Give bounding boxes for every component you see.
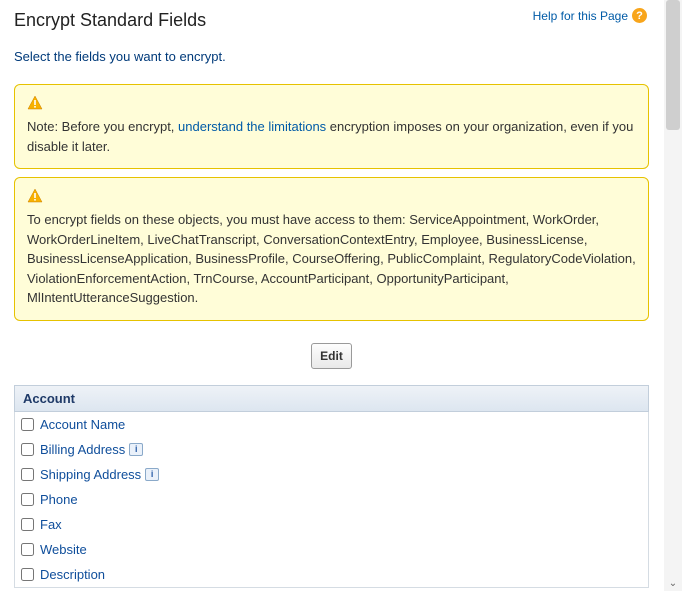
fields-section: Account NameBilling AddressiShipping Add… [14, 412, 649, 588]
field-checkbox[interactable] [21, 493, 34, 506]
chevron-down-icon[interactable]: ⌄ [668, 579, 678, 589]
warning-access-text: To encrypt fields on these objects, you … [27, 212, 636, 305]
outer-scrollbar[interactable]: ⌄ [664, 0, 682, 591]
outer-scrollbar-thumb[interactable] [666, 0, 680, 130]
warning-icon [27, 95, 43, 111]
field-checkbox[interactable] [21, 443, 34, 456]
field-label: Description [40, 567, 105, 582]
understand-limitations-link[interactable]: understand the limitations [178, 119, 326, 134]
field-label: Billing Address [40, 442, 125, 457]
field-row: Phone [15, 487, 648, 512]
info-icon[interactable]: i [129, 443, 143, 456]
warning-note-prefix: Note: Before you encrypt, [27, 119, 178, 134]
field-label: Shipping Address [40, 467, 141, 482]
section-heading-account: Account [14, 385, 649, 412]
field-label: Fax [40, 517, 62, 532]
field-row: Description [15, 562, 648, 587]
field-row: Website [15, 537, 648, 562]
info-icon[interactable]: i [145, 468, 159, 481]
warning-access-box: To encrypt fields on these objects, you … [14, 177, 649, 321]
field-checkbox[interactable] [21, 468, 34, 481]
warning-note-box: Note: Before you encrypt, understand the… [14, 84, 649, 169]
edit-button[interactable]: Edit [311, 343, 352, 369]
field-checkbox[interactable] [21, 518, 34, 531]
field-row: Billing Address i [15, 437, 648, 462]
field-row: Account Name [15, 412, 648, 437]
field-row: Shipping Address i [15, 462, 648, 487]
main-scroll-area[interactable]: Help for this Page ? Encrypt Standard Fi… [0, 0, 663, 591]
field-label: Account Name [40, 417, 125, 432]
help-label: Help for this Page [533, 9, 628, 23]
warning-icon [27, 188, 43, 204]
help-icon: ? [632, 8, 647, 23]
field-checkbox[interactable] [21, 418, 34, 431]
field-checkbox[interactable] [21, 543, 34, 556]
field-label: Website [40, 542, 87, 557]
field-checkbox[interactable] [21, 568, 34, 581]
page-subtitle: Select the fields you want to encrypt. [14, 49, 649, 64]
field-row: Fax [15, 512, 648, 537]
help-link[interactable]: Help for this Page ? [533, 8, 647, 23]
field-label: Phone [40, 492, 78, 507]
